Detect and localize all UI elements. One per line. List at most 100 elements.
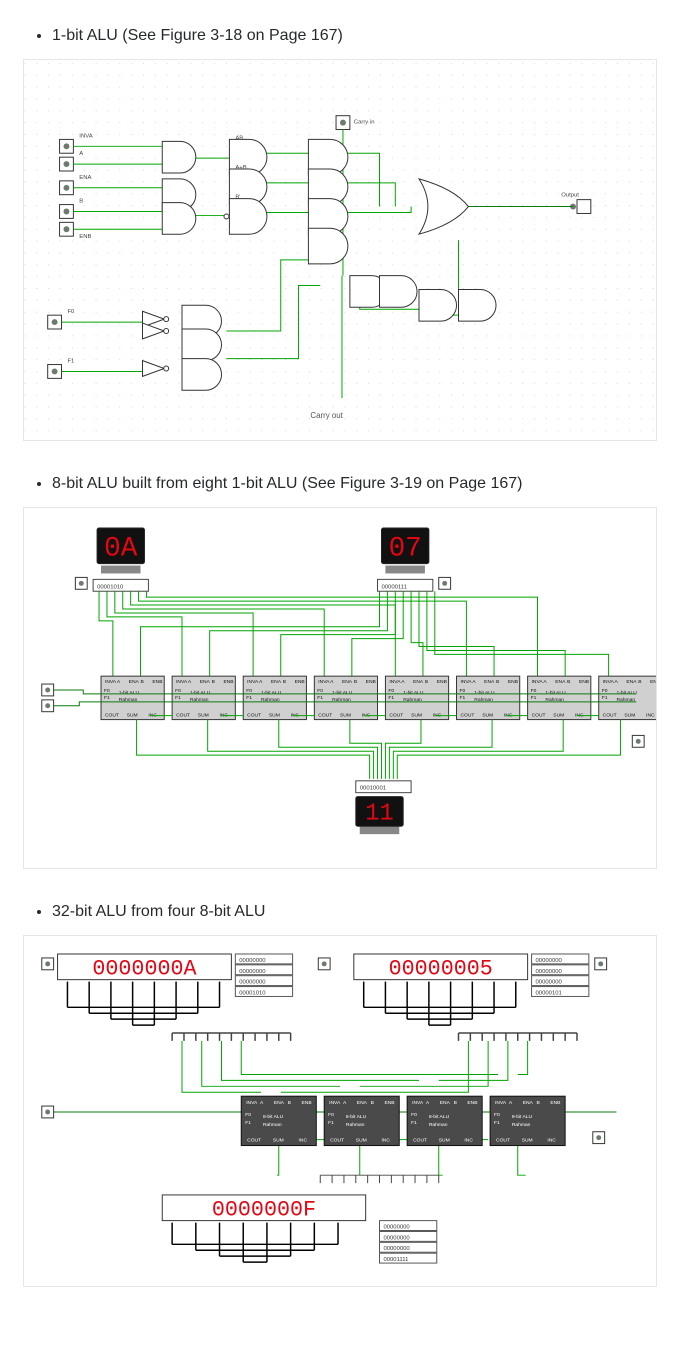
- svg-text:8-bit ALU: 8-bit ALU: [429, 1114, 450, 1120]
- alu-1bit-block: INVAAENABENBF0F11-bit ALURahmanCOUTSUMIN…: [243, 676, 306, 719]
- alu-1bit-block: INVAAENABENBF0F11-bit ALURahmanCOUTSUMIN…: [528, 676, 591, 719]
- svg-text:ENA: ENA: [200, 679, 211, 685]
- display-a: 0A: [97, 528, 144, 573]
- svg-text:0000000A: 0000000A: [92, 957, 197, 982]
- svg-text:F0: F0: [494, 1112, 500, 1118]
- svg-text:ENA: ENA: [79, 175, 91, 181]
- alu-1bit-block: INVAAENABENBF0F11-bit ALURahmanCOUTSUMIN…: [314, 676, 377, 719]
- svg-text:1-bit ALU: 1-bit ALU: [190, 690, 211, 696]
- svg-text:ENA: ENA: [274, 1100, 285, 1106]
- svg-text:INVA: INVA: [603, 679, 615, 685]
- svg-text:00000000: 00000000: [239, 969, 266, 975]
- svg-text:00000000: 00000000: [239, 958, 266, 964]
- svg-text:B: B: [79, 199, 83, 205]
- svg-text:ENB: ENB: [650, 679, 656, 685]
- svg-text:SUM: SUM: [411, 713, 422, 719]
- svg-text:SUM: SUM: [553, 713, 564, 719]
- svg-text:INC: INC: [381, 1138, 390, 1144]
- result: 00010001 11: [356, 781, 411, 834]
- svg-text:SUM: SUM: [340, 713, 351, 719]
- svg-text:INVA: INVA: [246, 1100, 258, 1106]
- svg-text:1-bit ALU: 1-bit ALU: [617, 690, 638, 696]
- svg-text:INVA: INVA: [495, 1100, 507, 1106]
- svg-text:F0: F0: [411, 1112, 417, 1118]
- binary-a: 00001010: [75, 577, 148, 591]
- inc-pin-right: [632, 735, 644, 747]
- svg-text:00000000: 00000000: [536, 958, 563, 964]
- svg-text:INVA: INVA: [79, 133, 92, 139]
- svg-text:INVA: INVA: [412, 1100, 424, 1106]
- svg-text:F1: F1: [531, 695, 537, 701]
- svg-text:F1: F1: [602, 695, 608, 701]
- svg-text:COUT: COUT: [330, 1138, 344, 1144]
- svg-text:INC: INC: [299, 1138, 308, 1144]
- svg-text:0A: 0A: [104, 534, 138, 565]
- alu-1bit-block: INVAAENABENBF0F11-bit ALURahmanCOUTSUMIN…: [101, 676, 164, 719]
- svg-text:COUT: COUT: [176, 713, 190, 719]
- svg-text:COUT: COUT: [247, 713, 261, 719]
- svg-text:00000111: 00000111: [381, 584, 406, 590]
- svg-text:00000005: 00000005: [389, 957, 493, 982]
- alu-8bit-block: INVAAENABENBF0F18-bit ALURahmanCOUTSUMIN…: [407, 1096, 482, 1145]
- svg-text:F0: F0: [388, 688, 394, 694]
- svg-text:COUT: COUT: [389, 713, 403, 719]
- svg-text:F0: F0: [317, 688, 323, 694]
- svg-text:F1: F1: [328, 1120, 334, 1126]
- svg-text:ENB: ENB: [550, 1100, 561, 1106]
- svg-text:ENA: ENA: [342, 679, 353, 685]
- svg-text:Output: Output: [561, 193, 579, 199]
- svg-text:ENA: ENA: [523, 1100, 534, 1106]
- svg-text:00000000: 00000000: [239, 980, 266, 986]
- svg-text:07: 07: [389, 534, 422, 565]
- svg-text:ENA: ENA: [413, 679, 424, 685]
- svg-text:COUT: COUT: [105, 713, 119, 719]
- svg-text:11: 11: [365, 800, 393, 827]
- svg-text:INVA: INVA: [389, 679, 401, 685]
- svg-text:INVA: INVA: [318, 679, 330, 685]
- svg-text:00000101: 00000101: [536, 990, 562, 996]
- binary-a-32: 00000000 00000000 00000000 00001010: [235, 954, 292, 996]
- svg-text:SUM: SUM: [273, 1138, 284, 1144]
- svg-text:F0: F0: [328, 1112, 334, 1118]
- svg-text:ENB: ENB: [437, 679, 448, 685]
- svg-text:ENA: ENA: [555, 679, 566, 685]
- svg-text:COUT: COUT: [413, 1138, 427, 1144]
- svg-text:F1: F1: [411, 1120, 417, 1126]
- svg-text:INVA: INVA: [329, 1100, 341, 1106]
- svg-text:AB: AB: [235, 135, 243, 141]
- svg-text:00000000: 00000000: [383, 1225, 410, 1231]
- svg-text:8-bit ALU: 8-bit ALU: [512, 1114, 533, 1120]
- svg-text:Carry in: Carry in: [354, 120, 375, 126]
- svg-text:F0: F0: [246, 688, 252, 694]
- svg-text:INC: INC: [646, 713, 655, 719]
- svg-text:F1: F1: [104, 695, 110, 701]
- alu-8bit-block: INVAAENABENBF0F18-bit ALURahmanCOUTSUMIN…: [490, 1096, 565, 1145]
- svg-text:ENA: ENA: [626, 679, 637, 685]
- svg-text:SUM: SUM: [439, 1138, 450, 1144]
- svg-text:F1: F1: [317, 695, 323, 701]
- svg-text:F1: F1: [67, 359, 74, 365]
- svg-text:F1: F1: [459, 695, 465, 701]
- svg-text:INVA: INVA: [247, 679, 259, 685]
- svg-text:ENA: ENA: [440, 1100, 451, 1106]
- svg-text:F0: F0: [67, 309, 75, 315]
- svg-text:1-bit ALU: 1-bit ALU: [261, 690, 282, 696]
- display-b: 07: [381, 528, 428, 573]
- svg-text:0000000F: 0000000F: [212, 1198, 316, 1223]
- svg-text:ENA: ENA: [129, 679, 140, 685]
- svg-text:SUM: SUM: [624, 713, 635, 719]
- svg-text:00000000: 00000000: [536, 969, 563, 975]
- svg-text:A: A: [79, 151, 83, 157]
- svg-text:INC: INC: [547, 1138, 556, 1144]
- svg-text:Rahman: Rahman: [263, 1122, 282, 1128]
- alu-1bit-block: INVAAENABENBF0F11-bit ALURahmanCOUTSUMIN…: [385, 676, 448, 719]
- svg-text:SUM: SUM: [198, 713, 209, 719]
- alu-1bit-block: INVAAENABENBF0F11-bit ALURahmanCOUTSUMIN…: [457, 676, 520, 719]
- svg-text:ENB: ENB: [223, 679, 234, 685]
- svg-text:B': B': [235, 195, 240, 201]
- svg-text:SUM: SUM: [482, 713, 493, 719]
- svg-text:F0: F0: [602, 688, 608, 694]
- svg-text:F0: F0: [104, 688, 110, 694]
- svg-text:SUM: SUM: [127, 713, 138, 719]
- svg-text:F1: F1: [245, 1120, 251, 1126]
